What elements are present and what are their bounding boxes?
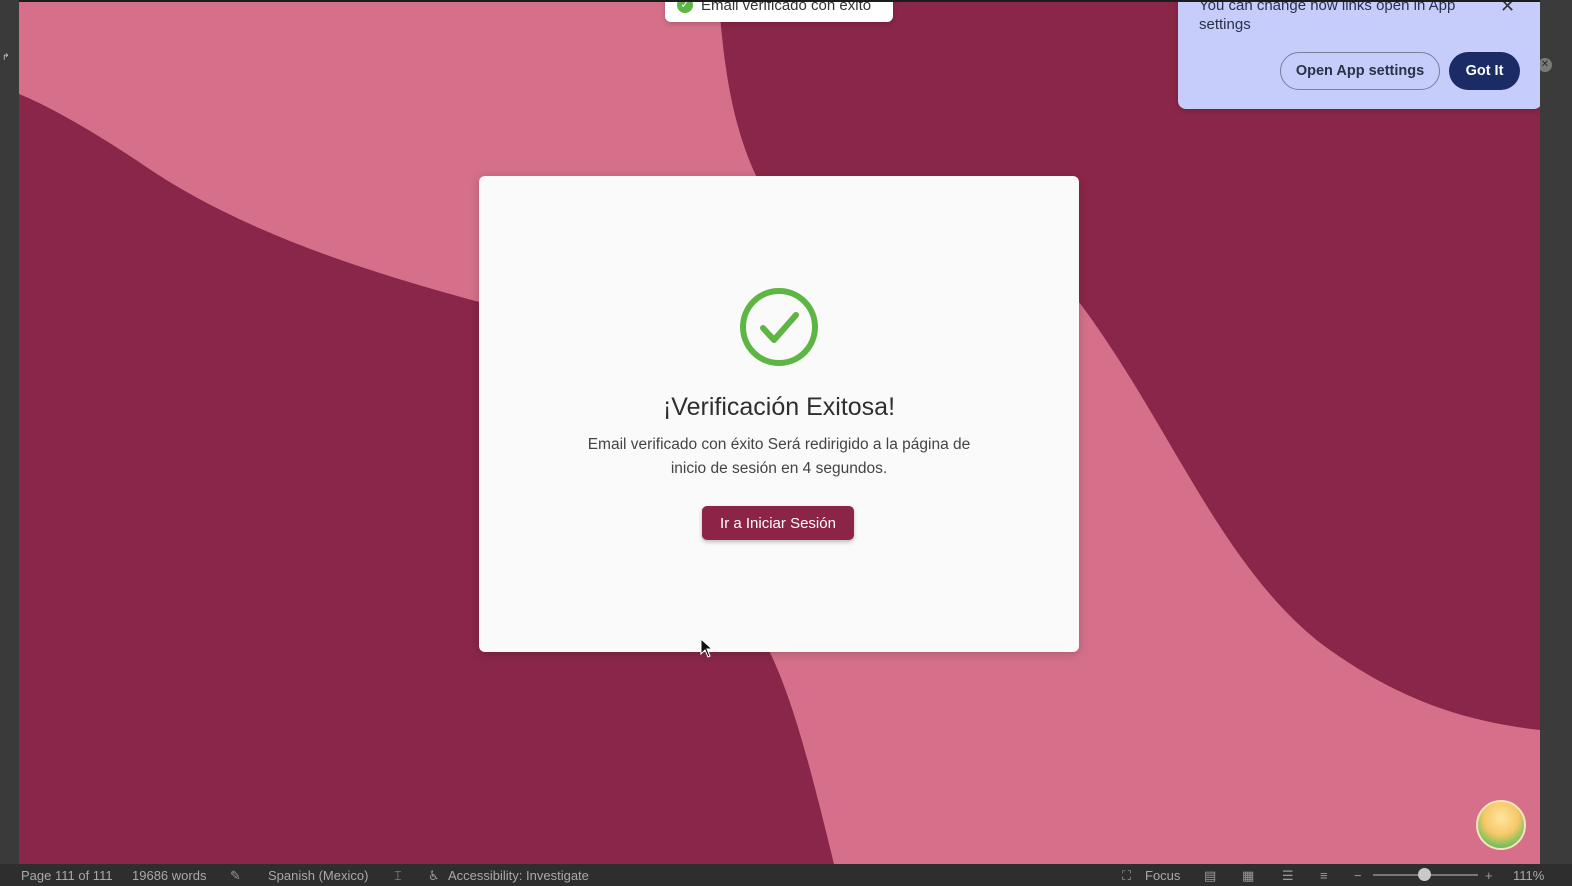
accessibility-status[interactable]: Accessibility: Investigate <box>448 868 589 883</box>
language-indicator[interactable]: Spanish (Mexico) <box>268 868 368 883</box>
word-count[interactable]: 19686 words <box>132 868 206 883</box>
check-circle-icon: ✓ <box>677 2 693 13</box>
check-circle-icon <box>740 288 818 366</box>
close-icon[interactable]: ✕ <box>1538 58 1552 72</box>
status-bar: Page 111 of 111 19686 words ✎ Spanish (M… <box>0 864 1572 886</box>
right-rail: ✕ <box>1538 0 1572 864</box>
zoom-in-icon[interactable]: + <box>1485 868 1493 883</box>
focus-label[interactable]: Focus <box>1145 868 1180 883</box>
focus-icon[interactable]: ⛶ <box>1122 868 1131 884</box>
popup-text: You can change how links open in App set… <box>1199 2 1456 33</box>
verification-card: ¡Verificación Exitosa! Email verificado … <box>479 176 1079 652</box>
browser-viewport: ✓ Email verificado con éxito ¡Verificaci… <box>19 2 1540 864</box>
text-predictions-icon[interactable]: ⌶ <box>394 868 402 884</box>
zoom-level[interactable]: 111% <box>1513 868 1544 883</box>
success-toast: ✓ Email verificado con éxito <box>665 2 893 22</box>
close-icon[interactable]: ✕ <box>1500 2 1515 17</box>
go-to-login-button[interactable]: Ir a Iniciar Sesión <box>702 506 854 540</box>
mouse-cursor-icon <box>700 638 714 658</box>
expand-arrow-icon[interactable]: ↱ <box>2 52 10 63</box>
zoom-out-icon[interactable]: − <box>1354 868 1362 883</box>
link-settings-popup: You can change how links open in App set… <box>1178 2 1540 109</box>
toast-text: Email verificado con éxito <box>701 2 872 14</box>
page-count[interactable]: Page 111 of 111 <box>21 868 113 883</box>
open-app-settings-button[interactable]: Open App settings <box>1280 52 1440 90</box>
page-title: ¡Verificación Exitosa! <box>662 393 896 421</box>
verification-message: Email verificado con éxito Será redirigi… <box>587 436 971 477</box>
got-it-button[interactable]: Got It <box>1449 52 1520 90</box>
proofing-icon[interactable]: ✎ <box>230 868 241 884</box>
zoom-slider-handle[interactable] <box>1418 868 1431 881</box>
web-layout-icon[interactable]: ▦ <box>1242 868 1254 884</box>
left-rail: ↱ <box>0 0 19 864</box>
outline-view-icon[interactable]: ☰ <box>1282 868 1294 884</box>
draft-view-icon[interactable]: ≡ <box>1320 868 1328 883</box>
avatar[interactable] <box>1476 800 1526 850</box>
accessibility-icon: ♿ <box>428 868 440 883</box>
print-layout-icon[interactable]: ▤ <box>1204 868 1216 884</box>
